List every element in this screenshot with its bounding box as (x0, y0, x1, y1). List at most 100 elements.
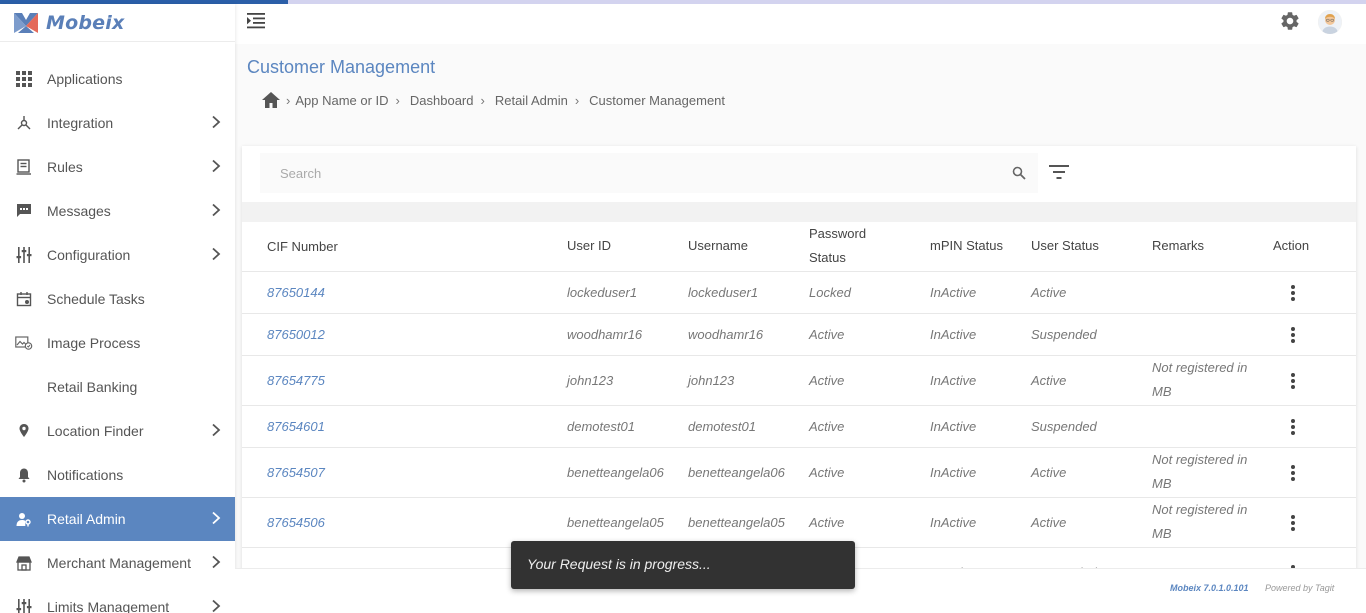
cell-cif[interactable]: 87654506 (267, 511, 325, 535)
chevron-right-icon (212, 247, 221, 261)
message-icon (15, 202, 33, 220)
cell-cif[interactable]: 87650144 (267, 281, 325, 305)
location-pin-icon (15, 422, 33, 440)
cell-username: benetteangela06 (688, 465, 785, 480)
table-row[interactable]: 87654775 john123 john123 Active InActive Acti… (242, 356, 1356, 406)
cell-username: demotest01 (688, 419, 756, 434)
cell-mpin-status: InActive (930, 285, 977, 300)
breadcrumb-item-app[interactable]: App Name or ID (295, 93, 388, 108)
app-logo[interactable]: Mobeix (0, 4, 235, 42)
sidebar-item-integration[interactable]: Integration (0, 101, 235, 145)
cell-user-status: Active (1031, 515, 1067, 530)
cell-password-status: Active (809, 419, 845, 434)
sidebar-item-limits-management[interactable]: Limits Management (0, 585, 235, 613)
chevron-right-icon (212, 115, 221, 129)
cell-user-status: Active (1031, 373, 1067, 388)
sidebar-item-label: Merchant Management (47, 555, 191, 571)
chevron-right-icon (212, 511, 221, 525)
mobeix-logo-icon (14, 12, 38, 33)
col-header-user-status[interactable]: User Status (1031, 234, 1099, 258)
sidebar-item-label: Retail Banking (47, 379, 138, 395)
top-header (235, 4, 1366, 44)
sidebar-item-configuration[interactable]: Configuration (0, 233, 235, 277)
search-input[interactable] (260, 153, 1000, 193)
chevron-right-icon (212, 423, 221, 437)
more-actions-icon[interactable] (1287, 514, 1299, 532)
cell-mpin-status: InActive (930, 515, 977, 530)
user-avatar[interactable] (1318, 10, 1342, 34)
col-header-mpin-status[interactable]: mPIN Status (930, 234, 1003, 258)
blank-icon (15, 378, 33, 396)
table-row[interactable]: 87654507 benetteangela06 benetteangela06 Ac… (242, 448, 1356, 498)
home-icon[interactable] (261, 91, 281, 109)
chevron-right-icon (212, 159, 221, 173)
cell-remarks: Not registered in MB (1152, 502, 1248, 541)
col-header-password-status[interactable]: Password Status (809, 222, 884, 270)
col-header-action: Action (1273, 238, 1310, 253)
merchant-icon (15, 554, 33, 572)
sidebar-item-label: Messages (47, 203, 111, 219)
cell-password-status: Active (809, 515, 845, 530)
sliders-icon (15, 246, 33, 264)
col-header-user-id[interactable]: User ID (567, 234, 611, 258)
cell-cif[interactable]: 87650012 (267, 323, 325, 347)
cell-user-status: Suspended (1031, 327, 1097, 342)
col-header-remarks[interactable]: Remarks (1152, 234, 1204, 258)
cell-mpin-status: InActive (930, 419, 977, 434)
cell-cif[interactable]: 87654507 (267, 461, 325, 485)
cell-user-id: benetteangela06 (567, 465, 664, 480)
menu-collapse-icon[interactable] (246, 11, 266, 31)
sidebar-nav: Applications Integration Rules Messages Conf… (0, 57, 235, 613)
table-row[interactable]: 87650144 lockeduser1 lockeduser1 Locked InAc… (242, 272, 1356, 314)
cell-cif[interactable]: 87654775 (267, 369, 325, 393)
sidebar-item-retail-admin[interactable]: Retail Admin (0, 497, 235, 541)
sidebar-item-location-finder[interactable]: Location Finder (0, 409, 235, 453)
breadcrumb-item-retail-admin[interactable]: Retail Admin (495, 93, 568, 108)
sidebar-item-messages[interactable]: Messages (0, 189, 235, 233)
col-header-cif[interactable]: CIF Number (267, 235, 338, 259)
more-actions-icon[interactable] (1287, 326, 1299, 344)
sidebar-item-retail-banking[interactable]: Retail Banking (0, 365, 235, 409)
sidebar-item-schedule-tasks[interactable]: Schedule Tasks (0, 277, 235, 321)
sidebar-item-merchant-management[interactable]: Merchant Management (0, 541, 235, 585)
sidebar-item-applications[interactable]: Applications (0, 57, 235, 101)
cell-cif[interactable]: 87654601 (267, 415, 325, 439)
sidebar-item-rules[interactable]: Rules (0, 145, 235, 189)
breadcrumb-item-current: Customer Management (589, 92, 726, 108)
cell-remarks: Not registered in MB (1152, 452, 1248, 491)
cell-user-id: benetteangela05 (567, 515, 664, 530)
grid-icon (15, 70, 33, 88)
settings-gear-icon[interactable] (1279, 10, 1301, 32)
table-row[interactable]: 87650012 woodhamr16 woodhamr16 Active InActi… (242, 314, 1356, 356)
cell-password-status: Active (809, 327, 845, 342)
table-header: CIF Number User ID Username Password Sta… (242, 222, 1356, 272)
version-label: Mobeix 7.0.1.0.101 (1170, 583, 1249, 593)
cell-user-status: Suspended (1031, 419, 1097, 434)
cell-username: benetteangela05 (688, 515, 785, 530)
cell-password-status: Locked (809, 285, 851, 300)
breadcrumb-item-dashboard[interactable]: Dashboard (410, 93, 474, 108)
more-actions-icon[interactable] (1287, 372, 1299, 390)
user-key-icon (15, 510, 33, 528)
breadcrumb-separator: › (395, 92, 400, 108)
chevron-right-icon (212, 599, 221, 613)
cell-remarks: Not registered in MB (1152, 360, 1248, 399)
bell-icon (15, 466, 33, 484)
sidebar-item-image-process[interactable]: Image Process (0, 321, 235, 365)
table-row[interactable]: 87654601 demotest01 demotest01 Active InActi… (242, 406, 1356, 448)
calendar-icon (15, 290, 33, 308)
col-header-username[interactable]: Username (688, 234, 748, 258)
search-bar (260, 153, 1038, 193)
sidebar-item-notifications[interactable]: Notifications (0, 453, 235, 497)
progress-toast: Your Request is in progress... (511, 541, 855, 589)
more-actions-icon[interactable] (1287, 284, 1299, 302)
more-actions-icon[interactable] (1287, 464, 1299, 482)
sidebar-item-label: Limits Management (47, 599, 170, 613)
filter-icon[interactable] (1048, 164, 1070, 180)
powered-by-label: Powered by Tagit (1265, 583, 1335, 593)
search-icon[interactable] (1012, 166, 1026, 180)
more-actions-icon[interactable] (1287, 418, 1299, 436)
cell-user-status: Active (1031, 285, 1067, 300)
cell-user-id: john123 (567, 373, 614, 388)
sidebar-item-label: Integration (47, 115, 114, 131)
